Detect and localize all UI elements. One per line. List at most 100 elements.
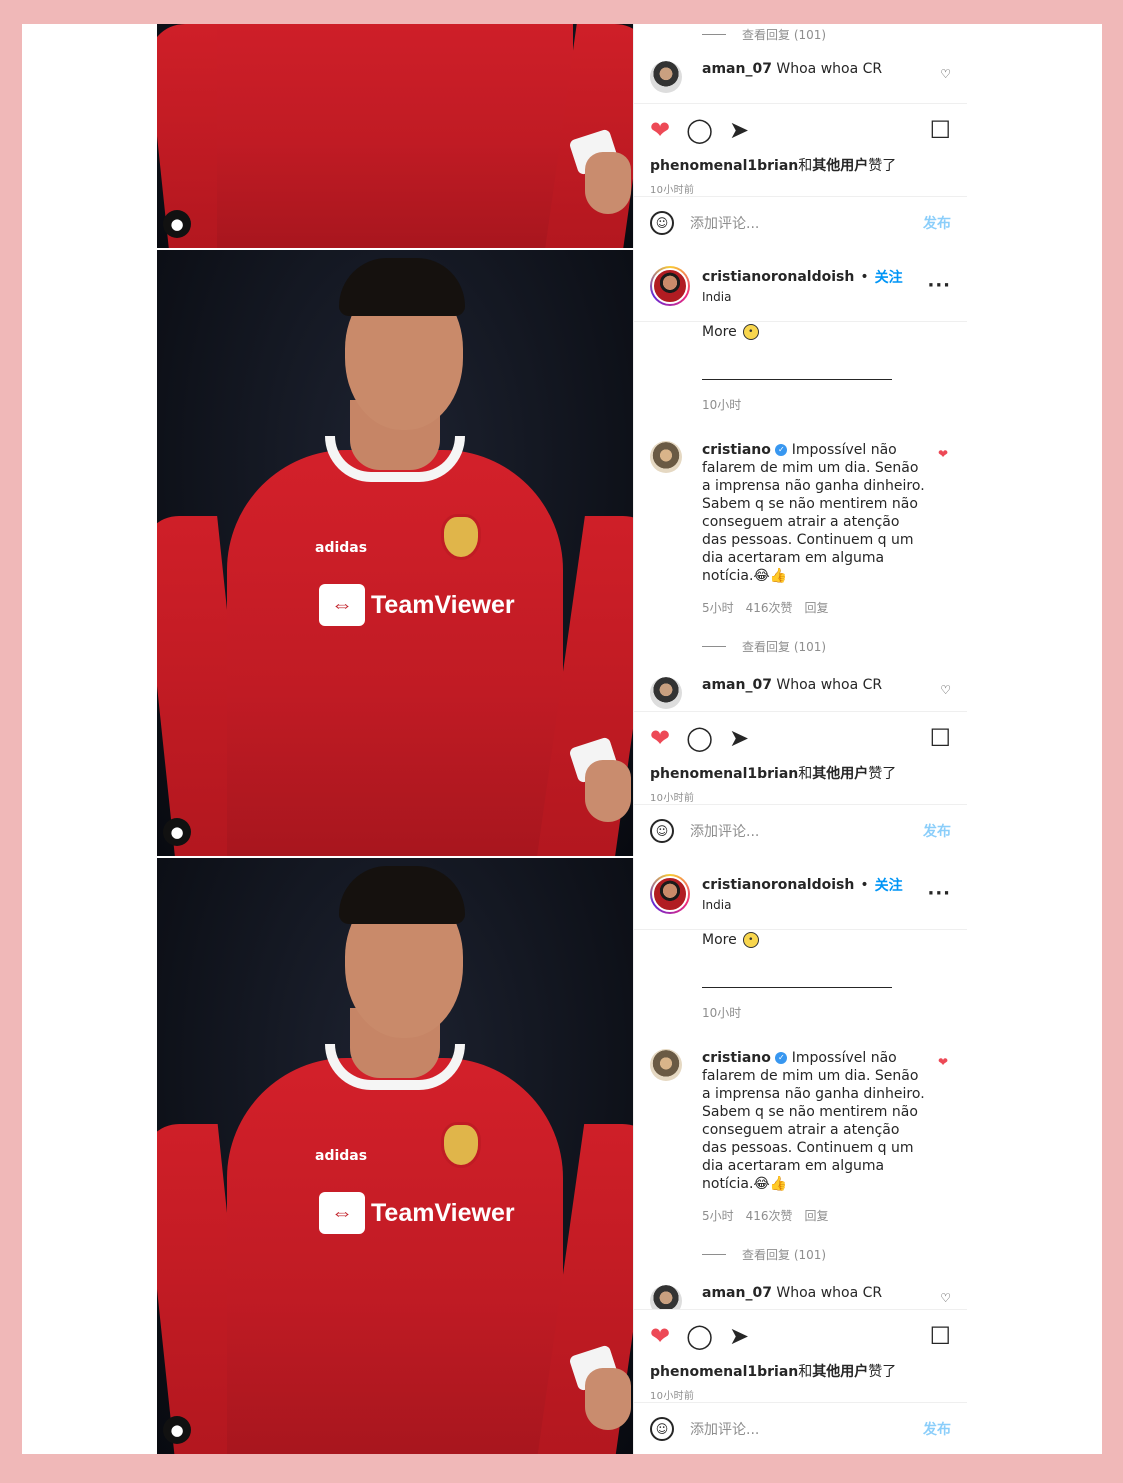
comment-body: Impossível não falarem de mim um dia. Se… (702, 1050, 925, 1192)
view-replies-label: 查看回复 (101) (742, 28, 827, 42)
sponsor-logo-icon: ⇔ (319, 1192, 365, 1234)
liked-by-suffix: 和 (798, 158, 813, 174)
comment-input[interactable]: 添加评论... (690, 213, 923, 233)
commenter-avatar[interactable] (650, 1049, 682, 1081)
liked-by-end: 赞了 (868, 1364, 897, 1380)
post-photo[interactable]: adidas ⇔ TeamViewer ● (157, 858, 633, 1454)
view-replies[interactable]: 查看回复 (101) (702, 1246, 951, 1263)
follow-button[interactable]: 关注 (875, 875, 903, 895)
user-tag-icon[interactable]: ● (163, 818, 191, 846)
user-tag-icon[interactable]: ● (163, 1416, 191, 1444)
comment-time: 5小时 (702, 601, 734, 615)
comment-input[interactable]: 添加评论... (690, 821, 923, 841)
more-options-icon[interactable]: ··· (927, 883, 951, 904)
heart-icon[interactable]: ❤ (650, 1324, 670, 1348)
liked-by-user[interactable]: phenomenal1brian (650, 766, 798, 782)
dot-separator: • (860, 269, 869, 285)
comment-likes[interactable]: 416次赞 (746, 599, 793, 616)
heart-icon[interactable]: ❤ (650, 118, 670, 142)
post-side-panel: cristianoronaldoish • 关注 India ··· More … (633, 250, 967, 856)
commenter-avatar[interactable] (650, 677, 682, 709)
post-comment-button[interactable]: 发布 (923, 213, 951, 233)
emoji-icon[interactable]: ☺ (650, 210, 674, 235)
comment-username[interactable]: cristiano (702, 1050, 771, 1066)
comment-input[interactable]: 添加评论... (690, 1419, 923, 1439)
view-replies[interactable]: 查看回复 (101) (702, 638, 951, 655)
comment-username[interactable]: aman_07 (702, 1285, 772, 1301)
comment-item: cristiano ✓ Impossível não falarem de mi… (650, 1049, 951, 1193)
commenter-avatar[interactable] (650, 441, 682, 473)
follow-button[interactable]: 关注 (875, 267, 903, 287)
liked-by-others[interactable]: 其他用户 (812, 158, 868, 174)
comment-icon[interactable]: ◯ (686, 118, 713, 142)
heart-liked-icon[interactable]: ❤ (938, 447, 948, 585)
liked-by-user[interactable]: phenomenal1brian (650, 1364, 798, 1380)
liked-by-suffix: 和 (798, 766, 813, 782)
comment-icon[interactable]: ◯ (686, 1324, 713, 1348)
heart-liked-icon[interactable]: ❤ (938, 1055, 948, 1193)
comment-meta: 5小时 416次赞 回复 (702, 599, 951, 616)
header-username[interactable]: cristianoronaldoish (702, 269, 854, 285)
post-comment-button[interactable]: 发布 (923, 821, 951, 841)
liked-by-others[interactable]: 其他用户 (812, 1364, 868, 1380)
view-replies[interactable]: 查看回复 (101) (702, 26, 951, 43)
header-username[interactable]: cristianoronaldoish (702, 877, 854, 893)
post-comment-button[interactable]: 发布 (923, 1419, 951, 1439)
commenter-avatar[interactable] (650, 61, 682, 93)
instagram-post-partial: ● 查看回复 (101) aman_07 Whoa whoa CR ♡ ❤ ◯ … (157, 24, 967, 248)
action-bar: ❤ ◯ ➤ ☐ (634, 103, 967, 155)
photo-jersey (217, 24, 573, 248)
comments-scroll[interactable]: More • 10小时 cristiano ✓ Impossível não f… (634, 322, 967, 711)
sponsor-logo-icon: ⇔ (319, 584, 365, 626)
comment-icon[interactable]: ◯ (686, 726, 713, 750)
comments-scroll[interactable]: 查看回复 (101) aman_07 Whoa whoa CR ♡ (634, 24, 967, 103)
comments-scroll[interactable]: More • 10小时 cristiano ✓ Impossível não f… (634, 930, 967, 1309)
reply-button[interactable]: 回复 (805, 1207, 829, 1224)
comment-username[interactable]: aman_07 (702, 677, 772, 693)
commenter-avatar[interactable] (650, 1285, 682, 1309)
bookmark-icon[interactable]: ☐ (929, 726, 951, 750)
photo-hair (339, 866, 465, 924)
view-replies-label: 查看回复 (101) (742, 640, 827, 654)
bookmark-icon[interactable]: ☐ (929, 118, 951, 142)
comment-item: cristiano ✓ Impossível não falarem de mi… (650, 441, 951, 585)
comment-body: Whoa whoa CR (776, 61, 883, 77)
bookmark-icon[interactable]: ☐ (929, 1324, 951, 1348)
post-photo[interactable]: adidas ⇔ TeamViewer ● (157, 250, 633, 856)
profile-avatar[interactable] (650, 873, 690, 914)
caption-more[interactable]: More • (650, 932, 951, 948)
liked-by-others[interactable]: 其他用户 (812, 766, 868, 782)
dot-separator: • (860, 877, 869, 893)
heart-outline-icon[interactable]: ♡ (940, 683, 951, 697)
photo-jersey (227, 1058, 563, 1454)
heart-icon[interactable]: ❤ (650, 726, 670, 750)
emoji-icon[interactable]: ☺ (650, 1416, 674, 1441)
post-time-ago: 10小时前 (650, 1391, 695, 1402)
profile-avatar[interactable] (650, 265, 690, 306)
liked-by-end: 赞了 (868, 158, 897, 174)
header-location[interactable]: India (702, 290, 927, 304)
photo-adidas-logo: adidas (315, 540, 368, 556)
smiley-emoji-icon: • (742, 932, 759, 948)
share-icon[interactable]: ➤ (729, 118, 749, 142)
post-time-ago: 10小时前 (650, 185, 695, 196)
liked-by-user[interactable]: phenomenal1brian (650, 158, 798, 174)
comment-text: cristiano ✓ Impossível não falarem de mi… (702, 1049, 926, 1193)
comment-username[interactable]: aman_07 (702, 61, 772, 77)
view-replies-label: 查看回复 (101) (742, 1248, 827, 1262)
share-icon[interactable]: ➤ (729, 726, 749, 750)
comment-likes[interactable]: 416次赞 (746, 1207, 793, 1224)
post-time-ago: 10小时前 (650, 793, 695, 804)
post-photo[interactable]: ● (157, 24, 633, 248)
share-icon[interactable]: ➤ (729, 1324, 749, 1348)
user-tag-icon[interactable]: ● (163, 210, 191, 238)
more-options-icon[interactable]: ··· (927, 275, 951, 296)
comment-username[interactable]: cristiano (702, 442, 771, 458)
header-location[interactable]: India (702, 898, 927, 912)
reply-button[interactable]: 回复 (805, 599, 829, 616)
replies-dash (702, 646, 726, 647)
heart-outline-icon[interactable]: ♡ (940, 67, 951, 81)
caption-more[interactable]: More • (650, 324, 951, 340)
heart-outline-icon[interactable]: ♡ (940, 1291, 951, 1305)
emoji-icon[interactable]: ☺ (650, 818, 674, 843)
